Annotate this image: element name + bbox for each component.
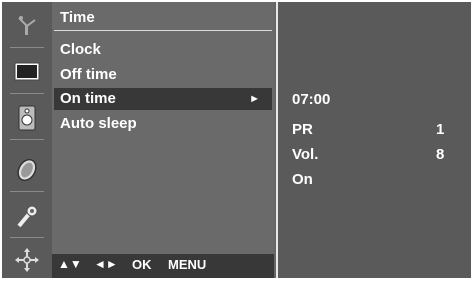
menu-item-auto-sleep[interactable]: Auto sleep	[60, 113, 137, 135]
screen-icon[interactable]	[6, 52, 48, 94]
on-time-value[interactable]: 07:00	[292, 91, 330, 108]
program-label: PR	[292, 121, 313, 138]
volume-label: Vol.	[292, 146, 319, 163]
on-time-settings-panel	[276, 2, 471, 278]
antenna-icon[interactable]	[6, 6, 48, 48]
ok-hint: OK	[132, 257, 152, 272]
menu-item-off-time[interactable]: Off time	[60, 64, 117, 86]
menu-item-clock[interactable]: Clock	[60, 39, 101, 61]
left-right-arrows-icon: ◄►	[94, 257, 118, 271]
menu-hint: MENU	[168, 257, 207, 272]
up-down-arrows-icon: ▲▼	[58, 257, 82, 271]
program-value[interactable]: 1	[436, 121, 444, 138]
menu-title: Time	[60, 9, 95, 26]
clock-icon[interactable]	[6, 150, 48, 192]
on-off-state[interactable]: On	[292, 171, 313, 188]
menu-item-label: Clock	[60, 41, 101, 58]
menu-item-label: Off time	[60, 66, 117, 83]
options-icon[interactable]	[6, 240, 48, 280]
speaker-icon[interactable]	[6, 98, 48, 140]
title-divider	[54, 30, 272, 31]
tv-screen: Time Clock Off time On time ► Auto sleep…	[0, 0, 474, 281]
key-icon[interactable]	[6, 196, 48, 238]
menu-item-label: On time	[60, 90, 116, 107]
category-rail	[2, 2, 52, 278]
right-arrow-icon: ►	[249, 93, 260, 105]
menu-item-label: Auto sleep	[60, 115, 137, 132]
navigation-hint-bar: ▲▼ ◄► OK MENU	[52, 254, 274, 278]
volume-value[interactable]: 8	[436, 146, 444, 163]
menu-item-on-time[interactable]: On time ►	[54, 88, 272, 110]
